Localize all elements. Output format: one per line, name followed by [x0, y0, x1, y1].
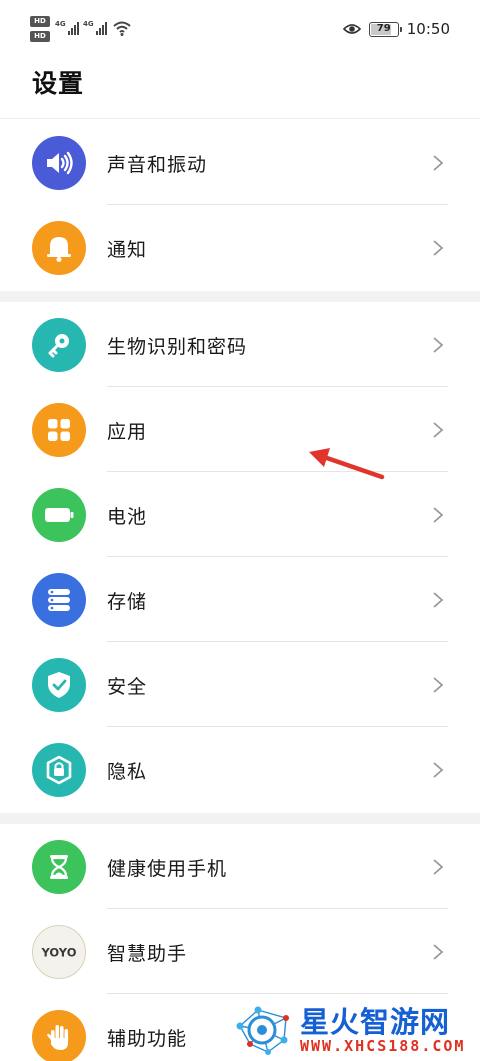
chevron-right-icon: [433, 859, 444, 875]
hd-badge-1: HD: [30, 16, 50, 27]
chevron-right-icon: [433, 422, 444, 438]
group-separator: [0, 291, 480, 302]
watermark: 星火智游网 WWW.XHCS188.COM: [228, 996, 480, 1061]
eye-comfort-icon: [342, 24, 361, 34]
status-right: 79 10:50: [342, 18, 450, 40]
signal-2-icon: 4G: [83, 20, 107, 35]
settings-item-biometrics[interactable]: 生物识别和密码: [0, 302, 480, 387]
yoyo-text: YOYO: [41, 946, 77, 960]
watermark-title: 星火智游网: [300, 1005, 451, 1039]
settings-item-label: 辅助功能: [107, 1028, 188, 1050]
settings-item-label: 安全: [107, 676, 148, 698]
status-bar: HD HD 4G 4G 79 10:50: [0, 0, 480, 58]
settings-item-label: 健康使用手机: [107, 858, 228, 880]
chevron-right-icon: [433, 762, 444, 778]
settings-item-label: 隐私: [107, 761, 148, 783]
settings-item-notifications[interactable]: 通知: [0, 205, 480, 290]
chevron-right-icon: [433, 507, 444, 523]
header-divider: [0, 118, 480, 119]
settings-item-label: 应用: [107, 421, 148, 443]
key-icon: [32, 318, 86, 372]
hd-badge-2: HD: [30, 31, 50, 42]
chevron-right-icon: [433, 240, 444, 256]
storage-icon: [32, 573, 86, 627]
hand-icon: [32, 1010, 86, 1061]
chevron-right-icon: [433, 944, 444, 960]
settings-item-apps[interactable]: 应用: [0, 387, 480, 472]
wifi-icon: [113, 21, 131, 36]
settings-item-label: 电池: [107, 506, 148, 528]
settings-item-label: 存储: [107, 591, 148, 613]
battery-level: 79: [376, 22, 391, 34]
hourglass-icon: [32, 840, 86, 894]
settings-item-battery[interactable]: 电池: [0, 472, 480, 557]
hd-indicators: HD HD: [30, 16, 52, 44]
apps-grid-icon: [32, 403, 86, 457]
group-separator: [0, 813, 480, 824]
chevron-right-icon: [433, 155, 444, 171]
battery-indicator: 79: [368, 21, 402, 37]
settings-item-privacy[interactable]: 隐私: [0, 727, 480, 812]
shield-check-icon: [32, 658, 86, 712]
chevron-right-icon: [433, 337, 444, 353]
chevron-right-icon: [433, 592, 444, 608]
net-type-2: 4G: [83, 20, 94, 28]
settings-item-sound[interactable]: 声音和振动: [0, 120, 480, 205]
settings-item-label: 声音和振动: [107, 154, 208, 176]
bell-icon: [32, 221, 86, 275]
settings-item-storage[interactable]: 存储: [0, 557, 480, 642]
settings-item-digital-balance[interactable]: 健康使用手机: [0, 824, 480, 909]
settings-item-assistant[interactable]: YOYO 智慧助手: [0, 909, 480, 994]
network-logo-icon: [236, 1006, 289, 1055]
settings-item-label: 生物识别和密码: [107, 336, 248, 358]
chevron-right-icon: [433, 677, 444, 693]
settings-item-label: 通知: [107, 239, 148, 261]
watermark-url: WWW.XHCS188.COM: [300, 1037, 466, 1055]
settings-item-security[interactable]: 安全: [0, 642, 480, 727]
settings-item-label: 智慧助手: [107, 943, 188, 965]
red-arrow-icon: [309, 448, 385, 480]
lock-icon: [32, 743, 86, 797]
signal-1-icon: 4G: [55, 20, 79, 35]
battery-icon: [32, 488, 86, 542]
status-left: HD HD 4G 4G: [30, 16, 140, 44]
net-type-1: 4G: [55, 20, 66, 28]
speaker-icon: [32, 136, 86, 190]
clock: 10:50: [406, 20, 450, 38]
page-title: 设置: [32, 69, 85, 98]
yoyo-icon: YOYO: [32, 925, 86, 979]
